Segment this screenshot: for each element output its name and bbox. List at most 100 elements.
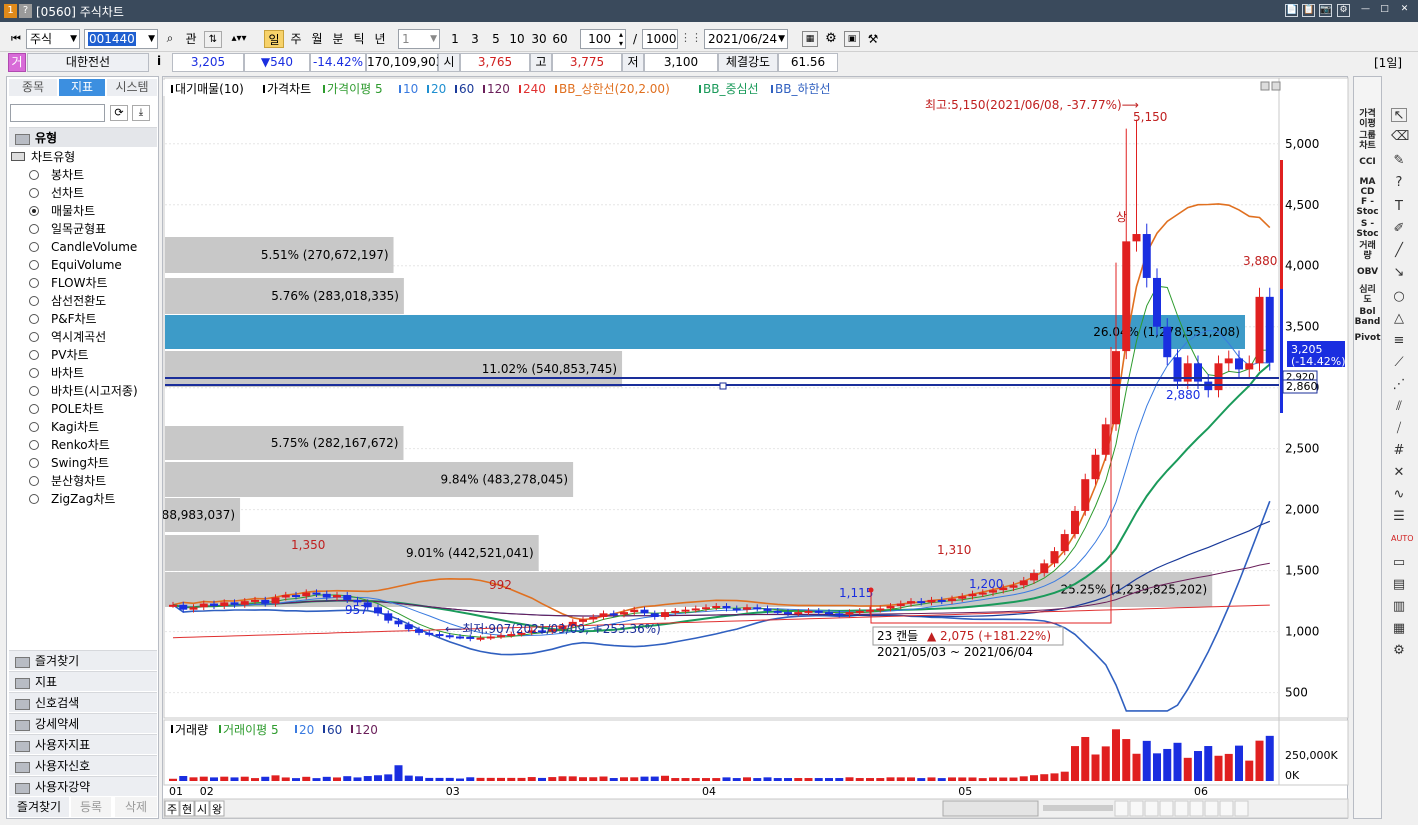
quick-30[interactable]: 30 [529,30,549,48]
circle-icon[interactable]: ○ [1391,290,1407,304]
radio-icon[interactable] [29,260,39,270]
tool-sstoc[interactable]: S - Stoc [1354,219,1381,239]
code-input[interactable]: 001440 ▼ [84,29,158,49]
nav-button[interactable] [1114,800,1129,817]
panel-close-icon[interactable] [1271,81,1281,91]
chart-type-option[interactable]: 일목균형표 [29,220,106,238]
fibo-icon[interactable]: ⧸ [1391,422,1407,436]
chart-type-option[interactable]: CandleVolume [29,238,137,256]
folder-item[interactable]: 사용자지표 [9,734,157,754]
search-icon[interactable]: ⌕ [162,31,178,47]
copy-window-icon[interactable]: 📋 [1302,4,1315,17]
chart-type-option[interactable]: 봉차트 [29,166,84,184]
eraser-icon[interactable]: ⌫ [1391,130,1409,144]
radio-icon[interactable] [29,296,39,306]
chart-type-group[interactable]: 차트유형 [11,148,75,166]
tab-stock[interactable]: 종목 [9,79,57,96]
tool-psych[interactable]: 심리 도 [1354,285,1381,305]
period-year[interactable]: 년 [370,30,390,48]
tool-cci[interactable]: CCI [1354,157,1381,167]
zoom-slider[interactable] [1043,805,1113,811]
info-icon[interactable]: i [154,54,164,68]
table-icon[interactable]: ▦ [1391,622,1407,636]
tool-obv[interactable]: OBV [1354,267,1381,277]
chart-type-option[interactable]: 분산형차트 [29,472,106,490]
nav-button[interactable] [1204,800,1219,817]
radio-icon[interactable] [29,224,39,234]
text-icon[interactable]: T [1391,200,1407,214]
chart-type-option[interactable]: 삼선전환도 [29,292,106,310]
gear-icon[interactable]: ⚙ [823,31,839,47]
fan-icon[interactable]: ⋰ [1391,378,1407,392]
list-icon[interactable]: ▤ [1391,578,1407,592]
favorites-button[interactable]: 즐겨찾기 [9,797,69,817]
chart-area[interactable]: 5,0004,5004,0003,5003,0002,5002,0001,500… [162,76,1349,819]
indicator-search-input[interactable] [10,104,105,122]
total-count-input[interactable]: 1000 [642,29,678,49]
chart-type-option[interactable]: 바차트 [29,364,84,382]
gann-icon[interactable]: ⟋ [1391,356,1407,370]
nav-button[interactable] [1189,800,1204,817]
radio-icon[interactable] [29,368,39,378]
tool-volume[interactable]: 거래 량 [1354,241,1381,261]
radio-icon[interactable] [29,278,39,288]
radio-icon[interactable] [29,476,39,486]
folder-item[interactable]: 즐겨찾기 [9,650,157,670]
chart-type-option[interactable]: Renko차트 [29,436,110,454]
download-icon[interactable]: ⤓ [132,105,150,121]
market-select[interactable]: 주식 ▼ [26,29,80,49]
register-button[interactable]: 등록 [71,797,111,817]
nav-button[interactable] [1129,800,1144,817]
tool-group-chart[interactable]: 그룹 차트 [1354,131,1381,151]
tool-pivot[interactable]: Pivot [1354,333,1381,343]
chart-type-option[interactable]: EquiVolume [29,256,122,274]
panel-max-icon[interactable] [1260,81,1270,91]
radio-icon[interactable] [29,422,39,432]
quick-60[interactable]: 60 [550,30,570,48]
help-badge[interactable]: ? [19,4,32,18]
radio-icon[interactable] [29,188,39,198]
chart-type-option[interactable]: 매물차트 [29,202,95,220]
period-count-select[interactable]: 1 ▼ [398,29,440,49]
channel-icon[interactable]: ≡ [1391,334,1407,348]
gwan-button[interactable]: 관 [182,30,200,48]
ray-icon[interactable]: ↘ [1391,266,1407,280]
chart-type-option[interactable]: 역시계곡선 [29,328,106,346]
radio-icon[interactable] [29,404,39,414]
radio-icon[interactable] [29,332,39,342]
parallel-icon[interactable]: ⫽ [1391,400,1407,414]
save-icon[interactable]: ▣ [844,31,860,47]
quick-5[interactable]: 5 [487,30,505,48]
wrench-icon[interactable]: ⚙ [1391,644,1407,658]
chart-type-option[interactable]: FLOW차트 [29,274,108,292]
chart-type-option[interactable]: Swing차트 [29,454,109,472]
tools-icon[interactable]: ⚒ [865,31,881,47]
radio-icon[interactable] [29,314,39,324]
nav-button[interactable] [1174,800,1189,817]
tool-fstoc[interactable]: F - Stoc [1354,197,1381,217]
bar-chart-icon[interactable]: ▥ [1391,600,1407,614]
period-tick[interactable]: 틱 [349,30,369,48]
data-icon[interactable]: ⋮⋮ [680,31,702,47]
close-icon[interactable]: ✕ [1398,4,1411,17]
nav-button[interactable] [1144,800,1159,817]
tool-macd[interactable]: MA CD [1354,177,1381,197]
grid-icon[interactable]: # [1391,444,1407,458]
level-icon[interactable]: ☰ [1391,510,1407,524]
chart-type-option[interactable]: POLE차트 [29,400,104,418]
period-day[interactable]: 일 [264,30,284,48]
tool-bolband[interactable]: Bol Band [1354,307,1381,327]
triangle-icon[interactable]: △ [1391,312,1407,326]
screenshot-icon[interactable]: 📷 [1319,4,1332,17]
chart-type-option[interactable]: P&F차트 [29,310,97,328]
tool-price-ma[interactable]: 가격 이평 [1354,109,1381,129]
quick-3[interactable]: 3 [466,30,484,48]
wave-icon[interactable]: ∿ [1391,488,1407,502]
chart-type-option[interactable]: PV차트 [29,346,89,364]
window-icon[interactable]: ▭ [1391,556,1407,570]
nav-button[interactable] [1159,800,1174,817]
quick-1[interactable]: 1 [446,30,464,48]
radio-icon[interactable] [29,494,39,504]
tab-indicator[interactable]: 지표 [59,79,105,96]
radio-icon[interactable] [29,350,39,360]
